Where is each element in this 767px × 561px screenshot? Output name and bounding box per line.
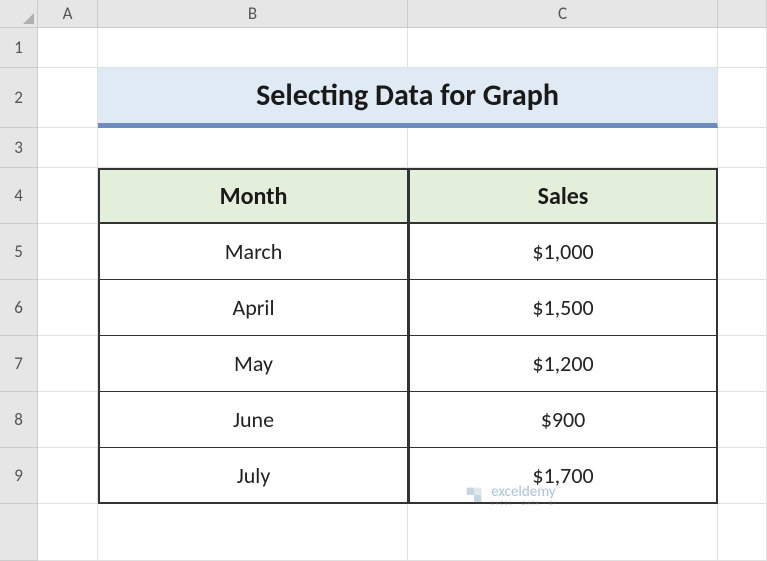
cell-d7[interactable] — [718, 336, 767, 392]
row-header-3[interactable]: 3 — [0, 128, 38, 168]
cell-d6[interactable] — [718, 280, 767, 336]
row-header-1[interactable]: 1 — [0, 28, 38, 68]
spreadsheet-grid: A B C 1 2 Selecting Data for Graph 3 4 M… — [0, 0, 767, 561]
table-row[interactable]: $1,500 — [408, 280, 718, 336]
cell-a7[interactable] — [38, 336, 98, 392]
table-row[interactable]: $1,700 — [408, 448, 718, 504]
row-header-6[interactable]: 6 — [0, 280, 38, 336]
cell-d8[interactable] — [718, 392, 767, 448]
table-header-sales[interactable]: Sales — [408, 168, 718, 224]
cell-d4[interactable] — [718, 168, 767, 224]
table-row[interactable]: April — [98, 280, 408, 336]
cell-c1[interactable] — [408, 28, 718, 68]
row-header-8[interactable]: 8 — [0, 392, 38, 448]
cell-c3[interactable] — [408, 128, 718, 168]
row-header-4[interactable]: 4 — [0, 168, 38, 224]
cell-a4[interactable] — [38, 168, 98, 224]
cell-blank[interactable] — [98, 504, 408, 561]
cell-b3[interactable] — [98, 128, 408, 168]
row-header-blank[interactable] — [0, 504, 38, 561]
column-header-a[interactable]: A — [38, 0, 98, 28]
table-row[interactable]: March — [98, 224, 408, 280]
table-row[interactable]: $900 — [408, 392, 718, 448]
column-header-c[interactable]: C — [408, 0, 718, 28]
cell-b1[interactable] — [98, 28, 408, 68]
cell-a9[interactable] — [38, 448, 98, 504]
column-header-blank[interactable] — [718, 0, 767, 28]
table-row[interactable]: $1,200 — [408, 336, 718, 392]
cell-d2[interactable] — [718, 68, 767, 128]
row-header-5[interactable]: 5 — [0, 224, 38, 280]
column-header-b[interactable]: B — [98, 0, 408, 28]
table-row[interactable]: $1,000 — [408, 224, 718, 280]
cell-a2[interactable] — [38, 68, 98, 128]
cell-a3[interactable] — [38, 128, 98, 168]
cell-d1[interactable] — [718, 28, 767, 68]
cell-a5[interactable] — [38, 224, 98, 280]
cell-a1[interactable] — [38, 28, 98, 68]
cell-blank[interactable] — [38, 504, 98, 561]
cell-d9[interactable] — [718, 448, 767, 504]
select-all-corner[interactable] — [0, 0, 38, 28]
cell-blank[interactable] — [718, 504, 767, 561]
cell-d3[interactable] — [718, 128, 767, 168]
table-row[interactable]: July — [98, 448, 408, 504]
table-header-month[interactable]: Month — [98, 168, 408, 224]
cell-blank[interactable] — [408, 504, 718, 561]
table-row[interactable]: May — [98, 336, 408, 392]
row-header-2[interactable]: 2 — [0, 68, 38, 128]
page-title[interactable]: Selecting Data for Graph — [98, 68, 718, 128]
cell-d5[interactable] — [718, 224, 767, 280]
cell-a8[interactable] — [38, 392, 98, 448]
row-header-7[interactable]: 7 — [0, 336, 38, 392]
cell-a6[interactable] — [38, 280, 98, 336]
row-header-9[interactable]: 9 — [0, 448, 38, 504]
table-row[interactable]: June — [98, 392, 408, 448]
